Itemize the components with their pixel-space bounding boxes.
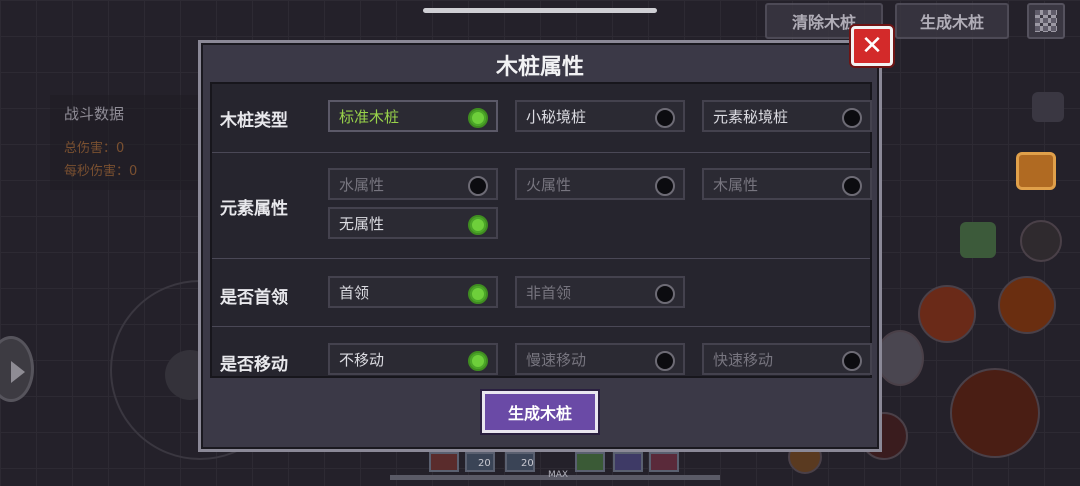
top-notch-indicator bbox=[423, 8, 657, 13]
section-label: 元素属性 bbox=[220, 199, 288, 219]
radio-icon[interactable] bbox=[655, 284, 675, 304]
battle-stats-panel: 战斗数据 总伤害：0 每秒伤害：0 bbox=[50, 95, 210, 190]
radio-selected-icon[interactable] bbox=[468, 351, 488, 371]
hotbar-count: 20 bbox=[478, 458, 491, 469]
hotbar-slot[interactable] bbox=[649, 452, 679, 472]
game-screen: 清除木桩 生成木桩 战斗数据 总伤害：0 每秒伤害：0 20 20 MAX 木桩… bbox=[0, 0, 1080, 486]
chart-icon[interactable] bbox=[1032, 92, 1064, 122]
option-water[interactable]: 水属性 bbox=[328, 168, 498, 200]
attributes-panel: 木桩类型 标准木桩 小秘境桩 元素秘境桩 元素属性 水属性 火属性 木属性 无属… bbox=[210, 82, 872, 378]
radio-icon[interactable] bbox=[655, 176, 675, 196]
option-label: 无属性 bbox=[339, 214, 385, 233]
option-wood[interactable]: 木属性 bbox=[702, 168, 872, 200]
option-slow-move[interactable]: 慢速移动 bbox=[515, 343, 685, 375]
section-label: 木桩类型 bbox=[220, 111, 288, 131]
dps-text: 每秒伤害：0 bbox=[64, 164, 138, 179]
attack-button-icon[interactable] bbox=[950, 368, 1040, 458]
option-label: 非首领 bbox=[526, 283, 572, 302]
skill-orb-icon[interactable] bbox=[1020, 220, 1062, 262]
flame-skill-icon[interactable] bbox=[998, 276, 1056, 334]
radio-icon[interactable] bbox=[655, 351, 675, 371]
option-label: 水属性 bbox=[339, 175, 385, 194]
generate-stake-button[interactable]: 生成木桩 bbox=[482, 391, 598, 433]
option-element-realm-stake[interactable]: 元素秘境桩 bbox=[702, 100, 872, 132]
option-label: 火属性 bbox=[526, 175, 572, 194]
section-stake-type: 木桩类型 标准木桩 小秘境桩 元素秘境桩 bbox=[212, 84, 872, 153]
option-label: 慢速移动 bbox=[526, 350, 587, 369]
option-none[interactable]: 无属性 bbox=[328, 207, 498, 239]
dialog-title: 木桩属性 bbox=[495, 55, 584, 80]
total-damage-text: 总伤害：0 bbox=[64, 141, 125, 156]
radio-selected-icon[interactable] bbox=[468, 215, 488, 235]
radio-selected-icon[interactable] bbox=[468, 284, 488, 304]
option-label: 快速移动 bbox=[713, 350, 774, 369]
battle-stats-title: 战斗数据 bbox=[64, 105, 125, 123]
option-label: 小秘境桩 bbox=[526, 107, 587, 126]
option-small-realm-stake[interactable]: 小秘境桩 bbox=[515, 100, 685, 132]
skill-leaf-icon[interactable] bbox=[960, 222, 996, 258]
option-label: 标准木桩 bbox=[339, 107, 400, 126]
weapon-slot-icon[interactable] bbox=[876, 330, 924, 386]
menu-grid-icon[interactable] bbox=[1027, 3, 1065, 39]
section-element: 元素属性 水属性 火属性 木属性 无属性 bbox=[212, 153, 872, 259]
radio-icon[interactable] bbox=[842, 351, 862, 371]
section-movement: 是否移动 不移动 慢速移动 快速移动 bbox=[212, 327, 872, 378]
section-label: 是否移动 bbox=[220, 355, 288, 375]
generate-stakes-top-button[interactable]: 生成木桩 bbox=[895, 3, 1009, 39]
energy-max-label: MAX bbox=[548, 470, 569, 480]
option-fast-move[interactable]: 快速移动 bbox=[702, 343, 872, 375]
close-icon[interactable]: ✕ bbox=[851, 26, 893, 66]
hotbar-slot[interactable] bbox=[429, 452, 459, 472]
section-label: 是否首领 bbox=[220, 288, 288, 308]
hotbar-slot[interactable] bbox=[613, 452, 643, 472]
option-label: 木属性 bbox=[713, 175, 759, 194]
option-label: 元素秘境桩 bbox=[713, 107, 789, 126]
option-label: 不移动 bbox=[339, 350, 385, 369]
radio-icon[interactable] bbox=[655, 108, 675, 128]
option-fire[interactable]: 火属性 bbox=[515, 168, 685, 200]
option-label: 首领 bbox=[339, 283, 370, 302]
section-boss: 是否首领 首领 非首领 bbox=[212, 259, 870, 327]
hotbar-slot[interactable] bbox=[575, 452, 605, 472]
radio-icon[interactable] bbox=[842, 176, 862, 196]
fire-skill-icon[interactable] bbox=[918, 285, 976, 343]
radio-icon[interactable] bbox=[842, 108, 862, 128]
option-non-boss[interactable]: 非首领 bbox=[515, 276, 685, 308]
left-arrow-icon[interactable] bbox=[0, 336, 34, 402]
radio-selected-icon[interactable] bbox=[468, 108, 488, 128]
radio-icon[interactable] bbox=[468, 176, 488, 196]
hotbar-count: 20 bbox=[521, 458, 534, 469]
option-boss[interactable]: 首领 bbox=[328, 276, 498, 308]
backpack-icon[interactable] bbox=[1016, 152, 1056, 190]
option-no-move[interactable]: 不移动 bbox=[328, 343, 498, 375]
option-standard-stake[interactable]: 标准木桩 bbox=[328, 100, 498, 132]
